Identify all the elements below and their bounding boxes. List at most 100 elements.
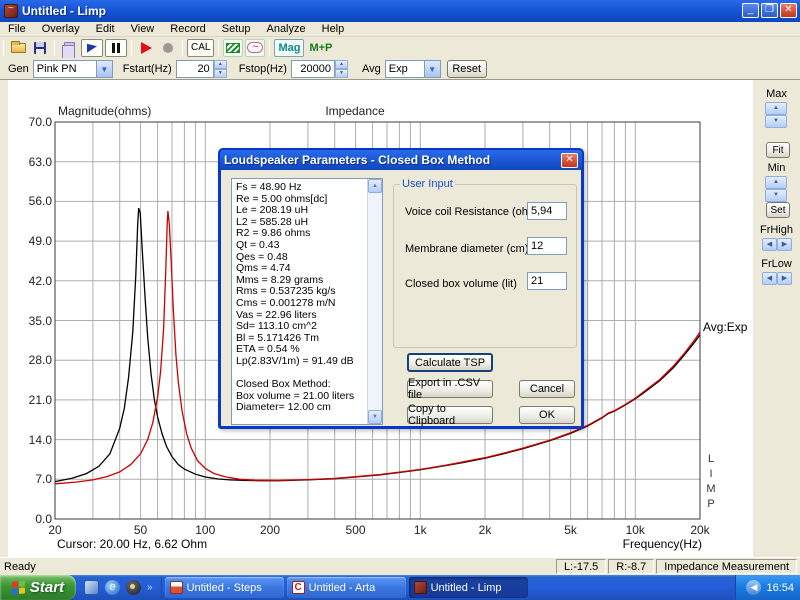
quick-launch-bar: e » (76, 577, 162, 599)
pause-button[interactable] (105, 39, 127, 57)
red-play-icon (141, 42, 152, 54)
start-recording-button[interactable] (136, 39, 156, 57)
status-bar: Ready L:-17.5 R:-8.7 Impedance Measureme… (0, 557, 800, 575)
frhigh-spinner[interactable]: ◀▶ (762, 238, 792, 251)
copy-to-clipboard-button[interactable]: Copy to Clipboard (407, 406, 493, 424)
loudspeaker-parameters-dialog: Loudspeaker Parameters - Closed Box Meth… (218, 148, 584, 429)
avg-mode-annotation: Avg:Exp (703, 320, 747, 334)
restore-button[interactable]: ❐ (761, 3, 778, 18)
calibrate-button[interactable]: CAL (187, 39, 214, 57)
fstop-spinner[interactable]: ▲▼ (335, 60, 348, 78)
ok-button[interactable]: OK (519, 406, 575, 424)
gen-label: Gen (8, 63, 29, 75)
minimize-button[interactable]: _ (742, 3, 759, 18)
scroll-up-icon[interactable]: ▲ (368, 179, 382, 193)
limp-app-icon (414, 581, 427, 594)
internet-explorer-icon[interactable]: e (105, 580, 120, 595)
dialog-close-button[interactable]: ✕ (561, 153, 578, 168)
spectrum-view-button[interactable] (223, 39, 243, 57)
menu-view[interactable]: View (131, 23, 155, 35)
chevron-down-icon[interactable]: ▼ (425, 60, 441, 78)
spin-left-icon[interactable]: ◀ (762, 238, 777, 251)
start-button[interactable]: Start (0, 575, 76, 600)
copy-button[interactable] (59, 39, 79, 57)
export-csv-button[interactable]: Export in .CSV file (407, 380, 493, 398)
frlow-label: FrLow (753, 258, 800, 270)
spin-left-icon[interactable]: ◀ (762, 272, 777, 285)
set-button[interactable]: Set (766, 202, 790, 218)
menu-file[interactable]: File (8, 23, 26, 35)
generator-toolbar: Gen Pink PN ▼ Fstart(Hz) 20 ▲▼ Fstop(Hz)… (0, 58, 800, 80)
cursor-readout: Cursor: 20.00 Hz, 6.62 Ohm (57, 537, 207, 551)
signal-view-button[interactable]: ~ (245, 39, 265, 57)
menu-help[interactable]: Help (322, 23, 345, 35)
magnitude-view-button[interactable]: Mag (274, 39, 304, 57)
menu-setup[interactable]: Setup (222, 23, 251, 35)
y-tick-label: 28.0 (26, 353, 52, 367)
menu-analyze[interactable]: Analyze (266, 23, 305, 35)
x-axis-title: Frequency(Hz) (586, 537, 702, 551)
y-tick-label: 63.0 (26, 155, 52, 169)
title-bar[interactable]: Untitled - Limp _ ❐ ✕ (0, 0, 800, 22)
spin-down-icon[interactable]: ▼ (765, 189, 787, 202)
closed-box-volume-input[interactable]: 21 (527, 272, 567, 290)
avg-select[interactable]: Exp ▼ (385, 60, 441, 78)
frlow-spinner[interactable]: ◀▶ (762, 272, 792, 285)
tray-chevron-icon[interactable]: ◀ (746, 580, 761, 595)
spin-right-icon[interactable]: ▶ (777, 272, 792, 285)
blue-flag-icon (87, 42, 97, 52)
open-file-button[interactable] (8, 39, 28, 57)
cancel-button[interactable]: Cancel (519, 380, 575, 398)
spin-down-icon[interactable]: ▼ (214, 69, 227, 78)
x-tick-label: 20k (685, 523, 715, 537)
pause-icon (112, 43, 120, 53)
dialog-title-bar[interactable]: Loudspeaker Parameters - Closed Box Meth… (220, 150, 582, 170)
show-desktop-icon[interactable] (84, 580, 99, 595)
max-spinner[interactable]: ▲▼ (765, 102, 787, 128)
min-spinner[interactable]: ▲▼ (765, 176, 787, 202)
spin-up-icon[interactable]: ▲ (765, 176, 787, 189)
y-tick-label: 49.0 (26, 234, 52, 248)
closed-box-volume-label: Closed box volume (lit) (405, 278, 517, 290)
x-tick-label: 1k (405, 523, 435, 537)
taskbar-button-arta[interactable]: C Untitled - Arta (287, 577, 406, 598)
spin-up-icon[interactable]: ▲ (765, 102, 787, 115)
spin-down-icon[interactable]: ▼ (765, 115, 787, 128)
scroll-down-icon[interactable]: ▼ (368, 410, 382, 424)
magnitude-phase-view-button[interactable]: M+P (306, 39, 335, 57)
globe-icon[interactable] (126, 580, 141, 595)
record-button[interactable] (158, 39, 178, 57)
save-file-button[interactable] (30, 39, 50, 57)
taskbar-button-limp[interactable]: Untitled - Limp (409, 577, 528, 598)
record-circle-icon (163, 43, 173, 53)
spin-right-icon[interactable]: ▶ (777, 238, 792, 251)
chevron-down-icon[interactable]: ▼ (97, 60, 113, 78)
param-list-scrollbar[interactable]: ▲ ▼ (367, 179, 382, 424)
menu-overlay[interactable]: Overlay (42, 23, 80, 35)
fstop-input[interactable]: 20000 (291, 60, 335, 78)
voice-coil-resistance-input[interactable]: 5,94 (527, 202, 567, 220)
calculate-tsp-button[interactable]: Calculate TSP (407, 353, 493, 372)
taskbar-button-steps[interactable]: Untitled - Steps (165, 577, 284, 598)
generator-toggle-button[interactable] (81, 39, 103, 57)
fstart-input[interactable]: 20 (176, 60, 214, 78)
close-button[interactable]: ✕ (780, 3, 797, 18)
tsp-param-list[interactable]: Fs = 48.90 Hz Re = 5.00 ohms[dc] Le = 20… (231, 178, 383, 425)
x-tick-label: 50 (126, 523, 156, 537)
chevron-more-icon[interactable]: » (147, 582, 153, 593)
menu-edit[interactable]: Edit (96, 23, 115, 35)
reset-button[interactable]: Reset (447, 60, 487, 78)
spin-down-icon[interactable]: ▼ (335, 69, 348, 78)
spin-up-icon[interactable]: ▲ (214, 60, 227, 69)
user-input-group-label: User Input (400, 178, 455, 190)
tsp-param-text: Fs = 48.90 Hz Re = 5.00 ohms[dc] Le = 20… (232, 179, 382, 417)
windows-flag-icon (12, 580, 26, 595)
fit-button[interactable]: Fit (766, 142, 790, 158)
spin-up-icon[interactable]: ▲ (335, 60, 348, 69)
status-left-level: L:-17.5 (556, 559, 606, 574)
fstart-spinner[interactable]: ▲▼ (214, 60, 227, 78)
menu-record[interactable]: Record (170, 23, 205, 35)
generator-type-select[interactable]: Pink PN ▼ (33, 60, 113, 78)
main-toolbar: CAL ~ Mag M+P (0, 37, 800, 58)
membrane-diameter-input[interactable]: 12 (527, 237, 567, 255)
